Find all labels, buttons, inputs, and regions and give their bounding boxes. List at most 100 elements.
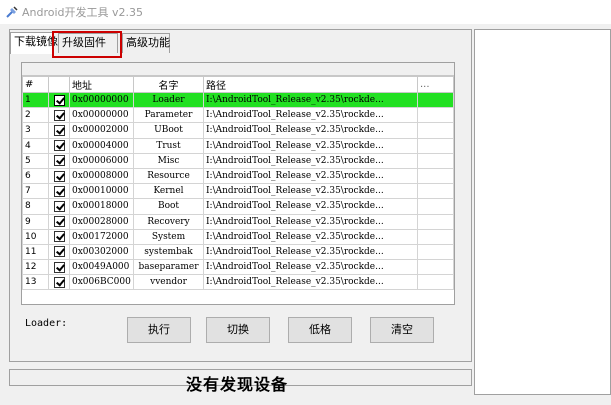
row-path[interactable]: I:\AndroidTool_Release_v2.35\rockde... — [203, 243, 418, 261]
row-path[interactable]: I:\AndroidTool_Release_v2.35\rockde... — [203, 91, 418, 109]
row-address[interactable]: 0x00006000 — [69, 152, 134, 169]
checkbox-checked[interactable] — [53, 261, 65, 273]
table-row[interactable]: 7 0x00010000 Kernel I:\AndroidTool_Release_… — [22, 183, 454, 200]
row-checkbox-cell[interactable] — [48, 259, 70, 276]
row-address[interactable]: 0x00002000 — [69, 122, 134, 139]
checkbox-checked[interactable] — [53, 216, 65, 228]
table-row[interactable]: 2 0x00000000 Parameter I:\AndroidTool_Relea… — [22, 107, 454, 124]
checkbox-checked[interactable] — [53, 185, 65, 197]
checkbox-checked[interactable] — [53, 246, 65, 258]
row-checkbox-cell[interactable] — [48, 274, 70, 291]
checkbox-checked[interactable] — [53, 276, 65, 288]
table-row[interactable]: 8 0x00018000 Boot I:\AndroidTool_Release_v2… — [22, 198, 454, 215]
tab-upgrade-firmware[interactable]: 升级固件 — [58, 33, 118, 53]
table-row[interactable]: 10 0x00172000 System I:\AndroidTool_Release… — [22, 228, 454, 245]
tab-advanced[interactable]: 高级功能 — [122, 33, 170, 53]
row-path[interactable]: I:\AndroidTool_Release_v2.35\rockde... — [203, 107, 418, 124]
row-browse-cell[interactable] — [417, 91, 454, 109]
row-address[interactable]: 0x00000000 — [69, 107, 134, 124]
clear-button[interactable]: 清空 — [370, 317, 434, 343]
table-row[interactable]: 12 0x0049A000 baseparamer I:\AndroidTool_Re… — [22, 259, 454, 276]
row-address[interactable]: 0x00018000 — [69, 198, 134, 215]
row-address[interactable]: 0x006BC000 — [69, 274, 134, 291]
row-path[interactable]: I:\AndroidTool_Release_v2.35\rockde... — [203, 152, 418, 169]
row-checkbox-cell[interactable] — [48, 198, 70, 215]
col-header-check[interactable] — [48, 76, 70, 93]
row-browse-cell[interactable] — [417, 228, 454, 245]
row-name[interactable]: UBoot — [133, 122, 204, 139]
row-checkbox-cell[interactable] — [48, 152, 70, 169]
row-name[interactable]: Boot — [133, 198, 204, 215]
row-name[interactable]: Parameter — [133, 107, 204, 124]
row-browse-cell[interactable] — [417, 107, 454, 124]
checkbox-checked[interactable] — [53, 109, 65, 121]
row-checkbox-cell[interactable] — [48, 243, 70, 261]
row-path[interactable]: I:\AndroidTool_Release_v2.35\rockde... — [203, 183, 418, 200]
row-name[interactable]: System — [133, 228, 204, 245]
col-header-path[interactable]: 路径 — [203, 76, 418, 93]
switch-button[interactable]: 切换 — [206, 317, 270, 343]
execute-button[interactable]: 执行 — [127, 317, 191, 343]
row-address[interactable]: 0x00008000 — [69, 167, 134, 185]
table-row[interactable]: 1 0x00000000 Loader I:\AndroidTool_Release_… — [22, 91, 454, 109]
row-browse-cell[interactable] — [417, 152, 454, 169]
row-path[interactable]: I:\AndroidTool_Release_v2.35\rockde... — [203, 167, 418, 185]
tab-download-image[interactable]: 下载镜像 — [10, 32, 58, 54]
row-address[interactable]: 0x00000000 — [69, 91, 134, 109]
row-name[interactable]: Kernel — [133, 183, 204, 200]
checkbox-checked[interactable] — [53, 200, 65, 212]
row-address[interactable]: 0x00028000 — [69, 213, 134, 230]
row-checkbox-cell[interactable] — [48, 183, 70, 200]
row-browse-cell[interactable] — [417, 259, 454, 276]
row-address[interactable]: 0x00010000 — [69, 183, 134, 200]
row-name[interactable]: Trust — [133, 137, 204, 154]
row-path[interactable]: I:\AndroidTool_Release_v2.35\rockde... — [203, 213, 418, 230]
checkbox-checked[interactable] — [53, 155, 65, 167]
row-browse-cell[interactable] — [417, 213, 454, 230]
row-browse-cell[interactable] — [417, 198, 454, 215]
row-path[interactable]: I:\AndroidTool_Release_v2.35\rockde... — [203, 198, 418, 215]
row-checkbox-cell[interactable] — [48, 228, 70, 245]
row-browse-cell[interactable] — [417, 122, 454, 139]
checkbox-checked[interactable] — [53, 140, 65, 152]
row-path[interactable]: I:\AndroidTool_Release_v2.35\rockde... — [203, 137, 418, 154]
row-browse-cell[interactable] — [417, 167, 454, 185]
row-checkbox-cell[interactable] — [48, 167, 70, 185]
table-row[interactable]: 5 0x00006000 Misc I:\AndroidTool_Release_v2… — [22, 152, 454, 169]
row-browse-cell[interactable] — [417, 137, 454, 154]
row-browse-cell[interactable] — [417, 274, 454, 291]
row-name[interactable]: baseparamer — [133, 259, 204, 276]
row-address[interactable]: 0x0049A000 — [69, 259, 134, 276]
row-checkbox-cell[interactable] — [48, 91, 70, 109]
col-header-extra[interactable]: ... — [417, 76, 454, 93]
checkbox-checked[interactable] — [53, 170, 65, 182]
col-header-address[interactable]: 地址 — [69, 76, 134, 93]
checkbox-checked[interactable] — [53, 231, 65, 243]
row-name[interactable]: Resource — [133, 167, 204, 185]
row-path[interactable]: I:\AndroidTool_Release_v2.35\rockde... — [203, 228, 418, 245]
row-path[interactable]: I:\AndroidTool_Release_v2.35\rockde... — [203, 122, 418, 139]
table-row[interactable]: 4 0x00004000 Trust I:\AndroidTool_Release_v… — [22, 137, 454, 154]
row-address[interactable]: 0x00004000 — [69, 137, 134, 154]
row-name[interactable]: Loader — [133, 91, 204, 109]
checkbox-checked[interactable] — [53, 124, 65, 136]
row-browse-cell[interactable] — [417, 243, 454, 261]
row-browse-cell[interactable] — [417, 183, 454, 200]
table-row[interactable]: 13 0x006BC000 vvendor I:\AndroidTool_Releas… — [22, 274, 454, 291]
table-row[interactable]: 6 0x00008000 Resource I:\AndroidTool_Releas… — [22, 167, 454, 185]
low-format-button[interactable]: 低格 — [288, 317, 352, 343]
row-address[interactable]: 0x00302000 — [69, 243, 134, 261]
row-checkbox-cell[interactable] — [48, 122, 70, 139]
row-path[interactable]: I:\AndroidTool_Release_v2.35\rockde... — [203, 274, 418, 291]
row-address[interactable]: 0x00172000 — [69, 228, 134, 245]
checkbox-checked[interactable] — [53, 94, 65, 106]
table-row[interactable]: 3 0x00002000 UBoot I:\AndroidTool_Release_v… — [22, 122, 454, 139]
row-name[interactable]: systembak — [133, 243, 204, 261]
row-name[interactable]: Recovery — [133, 213, 204, 230]
col-header-name[interactable]: 名字 — [133, 76, 204, 93]
row-checkbox-cell[interactable] — [48, 213, 70, 230]
col-header-index[interactable]: # — [22, 76, 49, 93]
row-name[interactable]: vvendor — [133, 274, 204, 291]
row-path[interactable]: I:\AndroidTool_Release_v2.35\rockde... — [203, 259, 418, 276]
row-checkbox-cell[interactable] — [48, 137, 70, 154]
